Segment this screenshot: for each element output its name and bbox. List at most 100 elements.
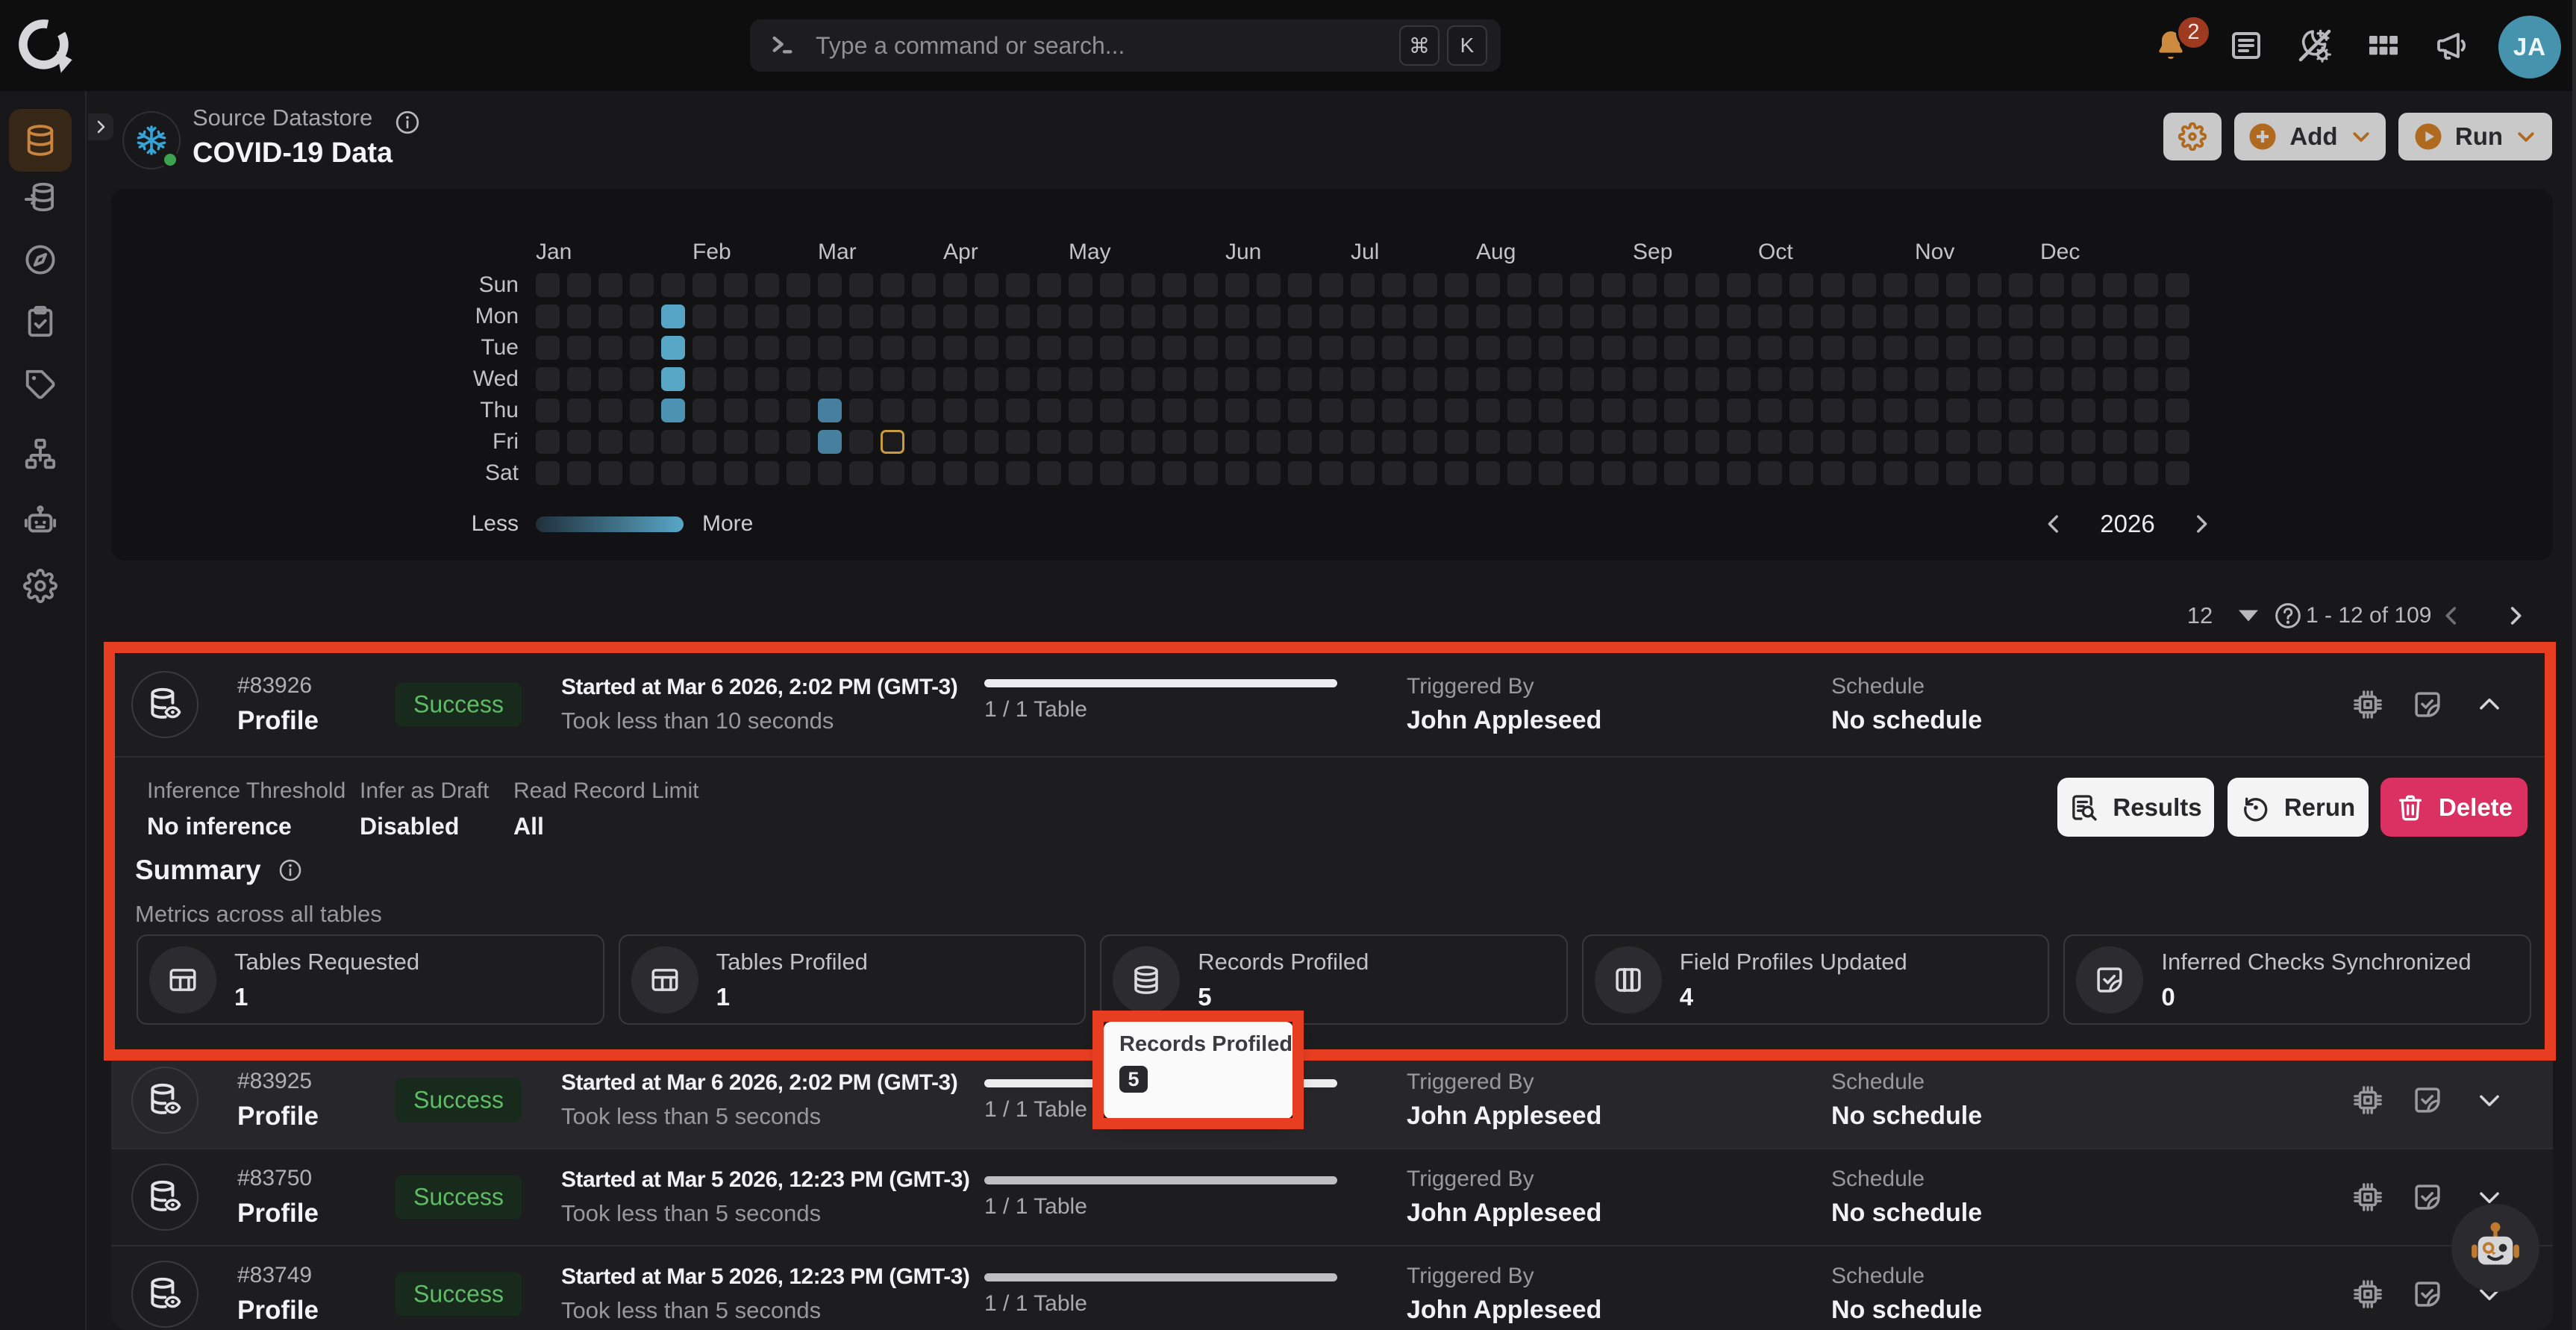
heatmap-cell[interactable]	[567, 305, 591, 328]
heatmap-cell[interactable]	[1445, 336, 1469, 360]
heatmap-cell[interactable]	[1601, 367, 1625, 391]
metric-card[interactable]: Records Profiled 5	[1100, 934, 1568, 1025]
heatmap-cell[interactable]	[1570, 273, 1594, 297]
heatmap-cell[interactable]	[912, 336, 936, 360]
heatmap-cell[interactable]	[1006, 336, 1030, 360]
heatmap-cell[interactable]	[2009, 367, 2033, 391]
sidebar-item-tags[interactable]	[9, 353, 72, 416]
heatmap-cell[interactable]	[1695, 430, 1719, 454]
heatmap-cell[interactable]	[1507, 399, 1531, 422]
heatmap-cell[interactable]	[2009, 273, 2033, 297]
operation-row[interactable]: #83925 Profile Success Started at Mar 6 …	[111, 1051, 2553, 1148]
heatmap-cell[interactable]	[1319, 430, 1343, 454]
heatmap-cell[interactable]	[661, 430, 685, 454]
heatmap-cell[interactable]	[1946, 461, 1970, 485]
heatmap-cell[interactable]	[1163, 430, 1187, 454]
heatmap-cell[interactable]	[787, 399, 810, 422]
heatmap-cell[interactable]	[1570, 399, 1594, 422]
heatmap-cell[interactable]	[1946, 305, 1970, 328]
heatmap-cell[interactable]	[1727, 399, 1751, 422]
heatmap-cell[interactable]	[630, 273, 654, 297]
heatmap-cell[interactable]	[1351, 305, 1375, 328]
heatmap-cell[interactable]	[2040, 461, 2064, 485]
heatmap-cell[interactable]	[1664, 399, 1688, 422]
heatmap-cell[interactable]	[1288, 273, 1312, 297]
heatmap-cell[interactable]	[1915, 367, 1939, 391]
heatmap-cell[interactable]	[661, 461, 685, 485]
heatmap-cell[interactable]	[1445, 305, 1469, 328]
heatmap-cell[interactable]	[630, 399, 654, 422]
heatmap-cell[interactable]	[849, 461, 873, 485]
heatmap-cell[interactable]	[1476, 305, 1500, 328]
heatmap-cell[interactable]	[755, 336, 779, 360]
heatmap-cell[interactable]	[1883, 305, 1907, 328]
heatmap-cell[interactable]	[912, 461, 936, 485]
apps-grid-icon[interactable]	[2366, 28, 2401, 63]
heatmap-cell[interactable]	[567, 273, 591, 297]
heatmap-cell[interactable]	[2134, 461, 2158, 485]
heatmap-cell[interactable]	[724, 367, 748, 391]
heatmap-cell[interactable]	[1570, 461, 1594, 485]
heatmap-cell[interactable]	[1288, 461, 1312, 485]
heatmap-cell[interactable]	[1695, 336, 1719, 360]
heatmap-cell[interactable]	[881, 399, 904, 422]
heatmap-cell[interactable]	[567, 430, 591, 454]
heatmap-cell[interactable]	[1852, 336, 1876, 360]
heatmap-cell[interactable]	[1507, 367, 1531, 391]
heatmap-cell[interactable]	[724, 430, 748, 454]
heatmap-cell[interactable]	[1633, 461, 1657, 485]
heatmap-cell[interactable]	[1382, 399, 1406, 422]
heatmap-cell[interactable]	[1225, 367, 1249, 391]
heatmap-cell[interactable]	[1069, 430, 1092, 454]
heatmap-cell[interactable]	[1319, 367, 1343, 391]
heatmap-cell[interactable]	[2040, 399, 2064, 422]
heatmap-cell[interactable]	[1883, 399, 1907, 422]
heatmap-cell[interactable]	[1789, 461, 1813, 485]
heatmap-cell[interactable]	[1570, 430, 1594, 454]
heatmap-cell[interactable]	[787, 430, 810, 454]
heatmap-cell[interactable]	[1695, 305, 1719, 328]
heatmap-cell[interactable]	[912, 273, 936, 297]
heatmap-cell[interactable]	[787, 461, 810, 485]
heatmap-cell[interactable]	[1163, 305, 1187, 328]
heatmap-cell[interactable]	[1131, 273, 1155, 297]
heatmap-cell[interactable]	[2166, 305, 2189, 328]
heatmap-cell[interactable]	[2166, 367, 2189, 391]
heatmap-cell[interactable]	[2103, 399, 2127, 422]
heatmap-cell[interactable]	[1100, 461, 1124, 485]
heatmap-cell[interactable]	[1915, 336, 1939, 360]
heatmap-cell[interactable]	[693, 461, 716, 485]
heatmap-cell[interactable]	[2040, 336, 2064, 360]
heatmap-cell[interactable]	[1633, 399, 1657, 422]
heatmap-cell[interactable]	[567, 399, 591, 422]
heatmap-cell[interactable]	[2072, 305, 2095, 328]
heatmap-cell[interactable]	[693, 367, 716, 391]
heatmap-cell[interactable]	[2009, 336, 2033, 360]
heatmap-cell[interactable]	[1539, 273, 1563, 297]
operation-row[interactable]: #83749 Profile Success Started at Mar 5 …	[111, 1245, 2553, 1330]
heatmap-cell[interactable]	[693, 336, 716, 360]
operation-row[interactable]: #83750 Profile Success Started at Mar 5 …	[111, 1148, 2553, 1245]
heatmap-cell[interactable]	[881, 461, 904, 485]
theme-toggle-icon[interactable]	[2297, 28, 2333, 63]
heatmap-cell[interactable]	[1351, 461, 1375, 485]
heatmap-cell-active[interactable]	[661, 305, 685, 328]
heatmap-cell[interactable]	[693, 399, 716, 422]
operation-expand-chevron[interactable]	[2475, 690, 2504, 719]
heatmap-cell[interactable]	[1507, 336, 1531, 360]
heatmap-cell[interactable]	[2134, 336, 2158, 360]
heatmap-cell-today[interactable]	[881, 430, 904, 454]
heatmap-cell[interactable]	[1037, 399, 1061, 422]
heatmap-cell[interactable]	[1946, 430, 1970, 454]
heatmap-cell[interactable]	[1727, 430, 1751, 454]
heatmap-cell[interactable]	[1758, 399, 1782, 422]
heatmap-cell[interactable]	[630, 430, 654, 454]
heatmap-cell[interactable]	[1069, 336, 1092, 360]
heatmap-cell[interactable]	[1100, 399, 1124, 422]
heatmap-cell[interactable]	[536, 461, 560, 485]
heatmap-cell[interactable]	[755, 399, 779, 422]
heatmap-cell[interactable]	[1100, 367, 1124, 391]
heatmap-cell[interactable]	[2134, 273, 2158, 297]
heatmap-cell[interactable]	[1852, 367, 1876, 391]
heatmap-cell[interactable]	[598, 461, 622, 485]
